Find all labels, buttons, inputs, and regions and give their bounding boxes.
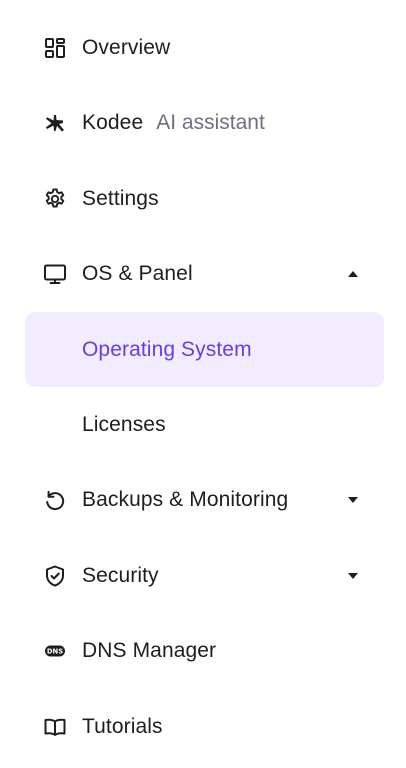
sidebar-nav: Overview Kodee AI assistant Settings OS … — [0, 0, 406, 768]
shield-check-icon — [43, 564, 67, 588]
book-icon — [43, 715, 67, 739]
sidebar-item-sublabel: AI assistant — [156, 111, 265, 135]
sidebar-item-label: Backups & Monitoring — [82, 488, 289, 512]
sidebar-item-security[interactable]: Security — [25, 538, 384, 614]
sidebar-item-tutorials[interactable]: Tutorials — [25, 689, 384, 765]
sidebar-item-label: DNS Manager — [82, 639, 217, 663]
sidebar-item-settings[interactable]: Settings — [25, 161, 384, 237]
sparkle-icon — [43, 111, 67, 135]
sidebar-item-label: Security — [82, 563, 159, 587]
dns-icon-text: DNS — [47, 648, 63, 656]
restore-icon — [43, 488, 67, 512]
sidebar-item-os-panel[interactable]: OS & Panel — [25, 237, 384, 313]
chevron-down-icon[interactable] — [346, 493, 360, 507]
sidebar-item-dns-manager[interactable]: DNS DNS Manager — [25, 614, 384, 690]
gear-icon — [43, 187, 67, 211]
sidebar-item-overview[interactable]: Overview — [25, 10, 384, 86]
sidebar-item-label: Kodee — [82, 111, 144, 135]
grid-icon — [43, 36, 67, 60]
chevron-down-icon[interactable] — [346, 569, 360, 583]
sidebar-item-label: Operating System — [82, 337, 252, 361]
sidebar-item-operating-system[interactable]: Operating System — [25, 312, 384, 387]
sidebar-item-backups-monitoring[interactable]: Backups & Monitoring — [25, 463, 384, 539]
sidebar-item-label: Tutorials — [82, 714, 163, 738]
sidebar-item-label: Licenses — [82, 412, 166, 436]
sidebar-item-label: Settings — [82, 186, 159, 210]
dns-icon: DNS — [43, 639, 67, 663]
monitor-icon — [43, 262, 67, 286]
sidebar-item-kodee[interactable]: Kodee AI assistant — [25, 86, 384, 162]
chevron-up-icon[interactable] — [346, 267, 360, 281]
sidebar-item-label: OS & Panel — [82, 262, 193, 286]
sidebar-item-label: Overview — [82, 35, 171, 59]
sidebar-item-licenses[interactable]: Licenses — [25, 387, 384, 463]
